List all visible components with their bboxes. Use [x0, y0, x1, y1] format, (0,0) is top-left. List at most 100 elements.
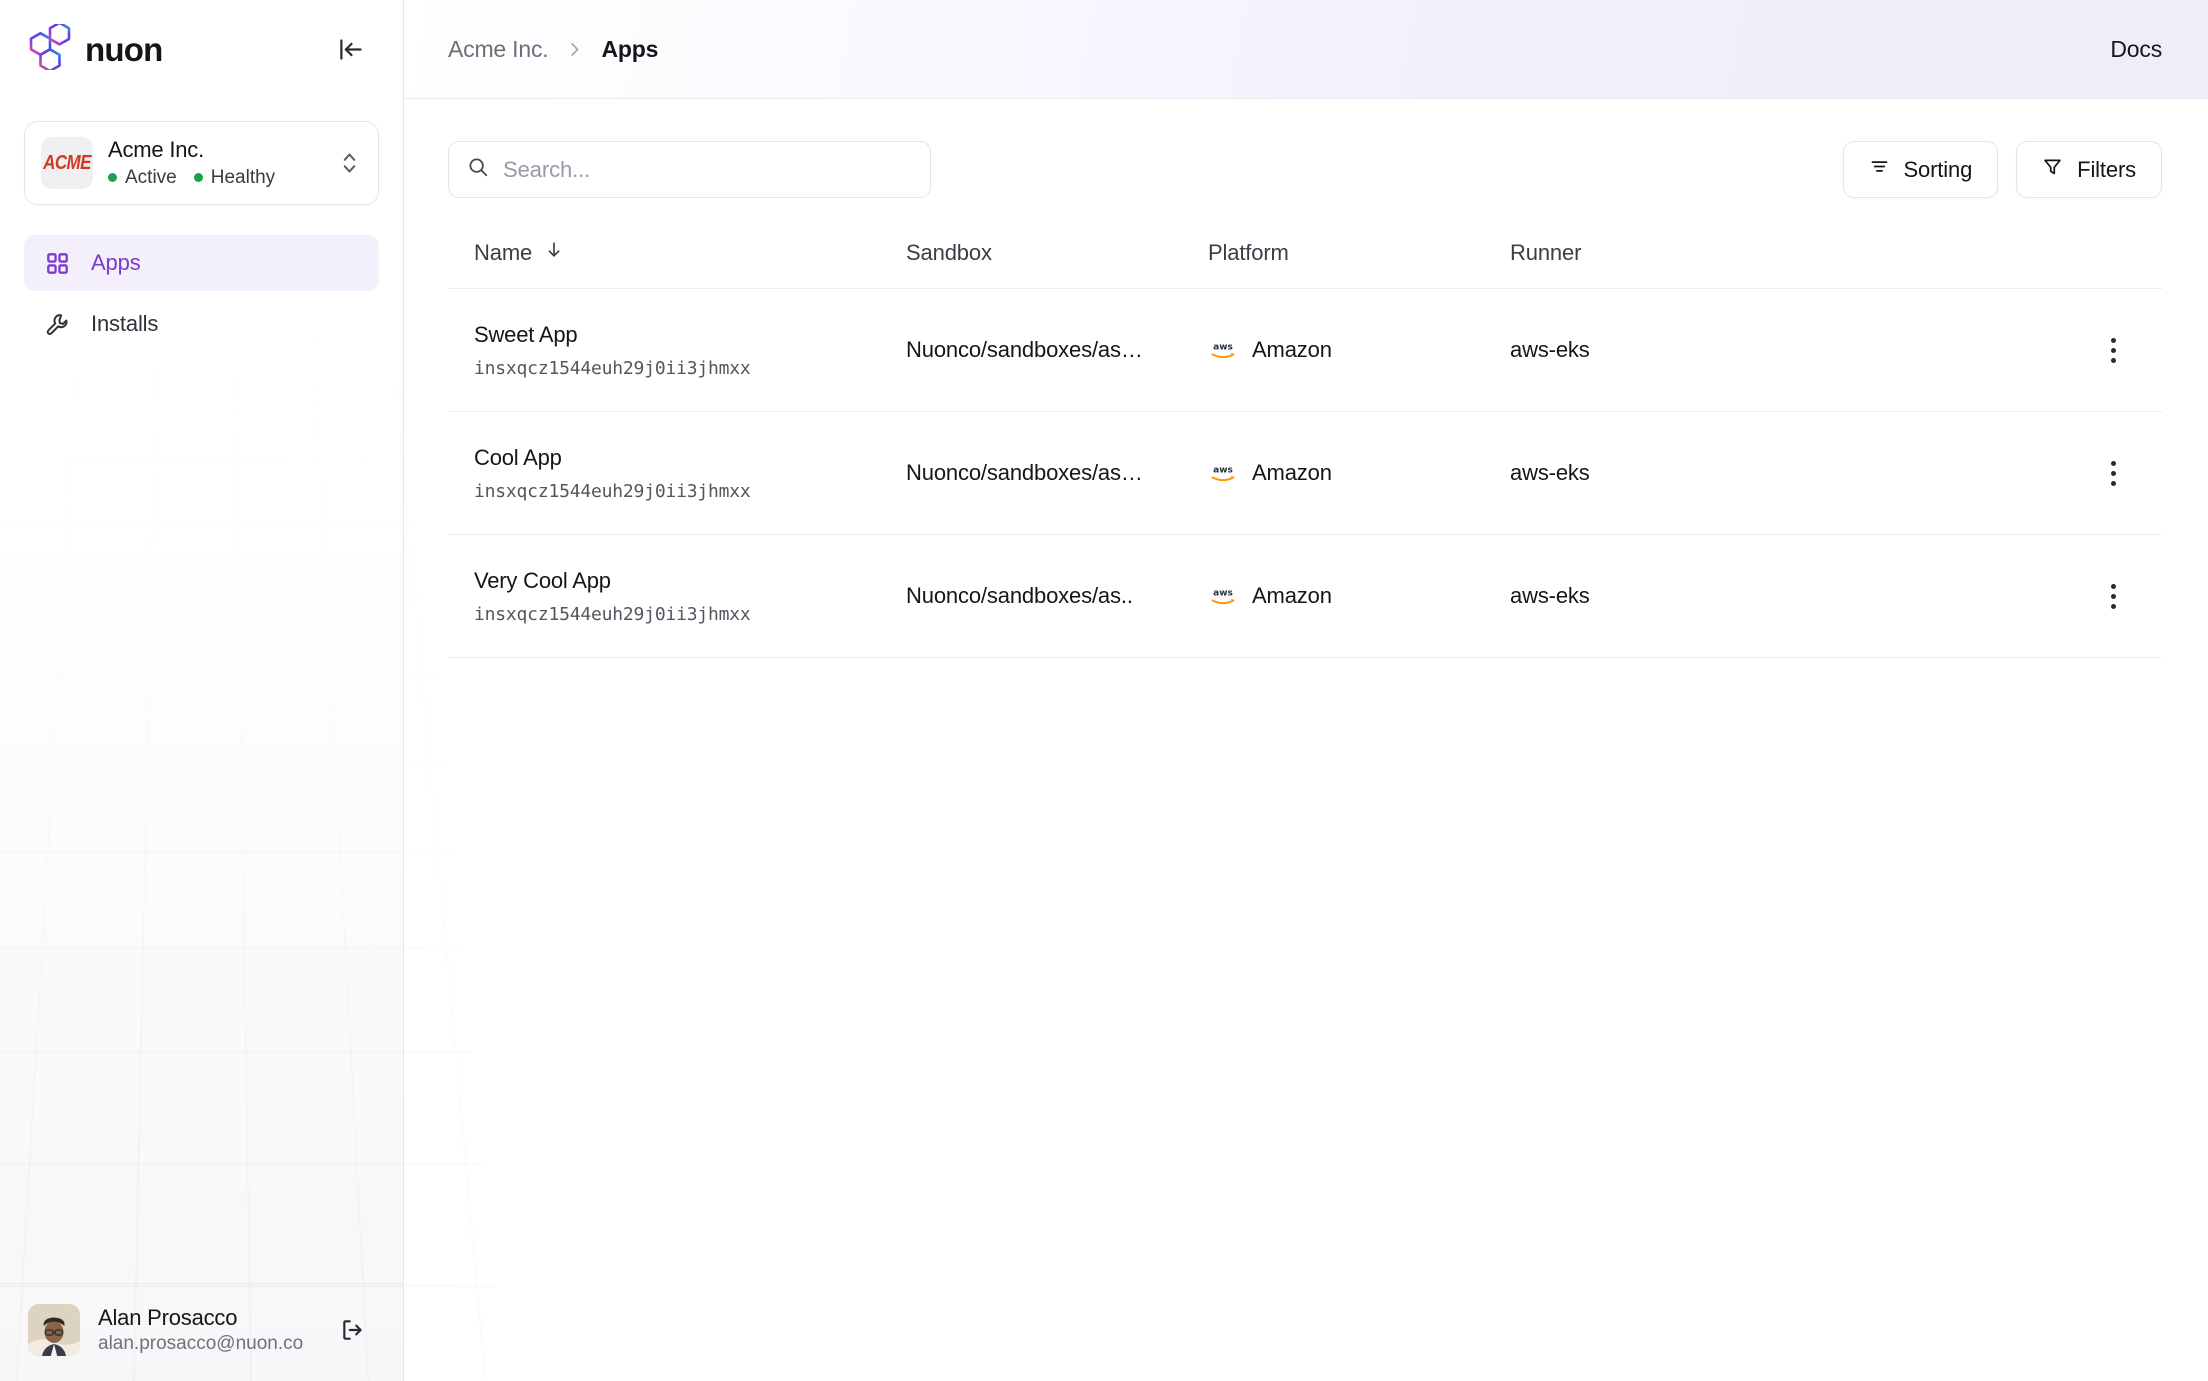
kebab-menu-icon[interactable] [2091, 574, 2135, 618]
cell-runner: aws-eks [1510, 460, 1590, 485]
app-id: insxqcz1544euh29j0ii3jhmxx [474, 357, 751, 379]
cell-platform: aws Amazon [1208, 460, 1510, 486]
search-icon [467, 156, 489, 183]
cell-platform: aws Amazon [1208, 337, 1510, 363]
column-header-label: Platform [1208, 240, 1289, 265]
status-label: Active [125, 166, 177, 188]
sidebar-body: ACME Acme Inc. Active Healthy Apps Insta… [0, 99, 403, 352]
content-area: Sorting Filters Name [404, 99, 2208, 1381]
column-header-sandbox[interactable]: Sandbox [906, 240, 1208, 266]
column-header-platform[interactable]: Platform [1208, 240, 1510, 266]
docs-link[interactable]: Docs [2110, 36, 2162, 63]
cell-sandbox: Nuonco/sandboxes/as… [906, 337, 1143, 362]
chevron-right-icon [565, 40, 584, 59]
table-row[interactable]: Sweet App insxqcz1544euh29j0ii3jhmxx Nuo… [448, 289, 2162, 412]
sort-arrow-down-icon [544, 240, 564, 266]
status-dot-icon [108, 173, 117, 183]
svg-text:aws: aws [1213, 465, 1233, 475]
sorting-button-label: Sorting [1903, 156, 1973, 182]
kebab-menu-icon[interactable] [2091, 451, 2135, 495]
status-label: Healthy [210, 166, 276, 188]
avatar [28, 1304, 80, 1357]
search-box[interactable] [448, 141, 931, 198]
sort-lines-icon [1869, 156, 1890, 183]
cell-runner: aws-eks [1510, 337, 1590, 362]
column-header-runner[interactable]: Runner [1510, 240, 2078, 266]
org-info: Acme Inc. Active Healthy [108, 137, 326, 189]
sidebar-item-installs[interactable]: Installs [24, 296, 379, 352]
user-profile[interactable]: Alan Prosacco alan.prosacco@nuon.co [0, 1282, 403, 1381]
sidebar-nav: Apps Installs [24, 235, 379, 352]
cell-actions [2078, 451, 2148, 495]
aws-icon: aws [1208, 462, 1238, 484]
platform-label: Amazon [1252, 337, 1332, 362]
user-meta: Alan Prosacco alan.prosacco@nuon.co [98, 1304, 315, 1357]
cell-actions [2078, 574, 2148, 618]
cell-runner: aws-eks [1510, 583, 1590, 608]
kebab-menu-icon[interactable] [2091, 328, 2135, 372]
brand[interactable]: nuon [28, 21, 163, 75]
funnel-icon [2042, 156, 2063, 183]
wrench-icon [44, 311, 70, 337]
breadcrumb-item-apps: Apps [601, 35, 659, 62]
platform-label: Amazon [1252, 583, 1332, 608]
column-header-label: Sandbox [906, 240, 992, 265]
breadcrumb-item-org[interactable]: Acme Inc. [448, 36, 549, 63]
apps-table: Name Sandbox Platform Runner Sweet App i… [448, 240, 2162, 658]
cell-name: Cool App insxqcz1544euh29j0ii3jhmxx [474, 445, 906, 502]
filters-button[interactable]: Filters [2016, 141, 2162, 198]
chevron-updown-icon [341, 149, 362, 177]
svg-text:aws: aws [1213, 588, 1233, 598]
sidebar-header: nuon [0, 0, 403, 99]
brand-name: nuon [85, 30, 163, 68]
collapse-sidebar-icon[interactable] [331, 30, 371, 70]
toolbar-buttons: Sorting Filters [1842, 141, 2162, 198]
cell-platform: aws Amazon [1208, 583, 1510, 609]
app-id: insxqcz1544euh29j0ii3jhmxx [474, 603, 751, 625]
user-email: alan.prosacco@nuon.co [98, 1333, 304, 1355]
org-logo: ACME [41, 137, 93, 189]
status-dot-icon [193, 173, 203, 183]
table-row[interactable]: Cool App insxqcz1544euh29j0ii3jhmxx Nuon… [448, 412, 2162, 535]
cell-sandbox: Nuonco/sandboxes/as.. [906, 583, 1133, 608]
main-area: Acme Inc. Apps Docs Search... Sorting Fi… [404, 0, 2208, 1381]
cell-name: Sweet App insxqcz1544euh29j0ii3jhmxx [474, 322, 906, 379]
sidebar-item-apps[interactable]: Apps [24, 235, 379, 291]
search-input[interactable] [503, 156, 912, 183]
platform-label: Amazon [1252, 460, 1332, 485]
column-header-label: Name [474, 240, 533, 265]
table-header-row: Name Sandbox Platform Runner [448, 240, 2162, 289]
toolbar: Sorting Filters [448, 141, 2162, 198]
top-bar: Acme Inc. Apps Docs [404, 0, 2208, 99]
sidebar-item-label: Apps [91, 250, 141, 275]
table-row[interactable]: Very Cool App insxqcz1544euh29j0ii3jhmxx… [448, 535, 2162, 658]
status-badge-healthy: Healthy [193, 166, 276, 189]
org-status-row: Active Healthy [108, 167, 326, 189]
status-badge-active: Active [108, 167, 177, 189]
org-switcher[interactable]: ACME Acme Inc. Active Healthy [24, 121, 379, 205]
sidebar: nuon ACME Acme Inc. Active Healthy Apps … [0, 0, 592, 1381]
app-id: insxqcz1544euh29j0ii3jhmxx [474, 480, 751, 502]
filters-button-label: Filters [2077, 156, 2136, 182]
cell-sandbox: Nuonco/sandboxes/as… [906, 460, 1143, 485]
sidebar-item-label: Installs [91, 311, 159, 336]
sorting-button[interactable]: Sorting [1842, 141, 1999, 198]
aws-icon: aws [1208, 339, 1238, 361]
org-name: Acme Inc. [108, 137, 205, 163]
column-header-name[interactable]: Name [474, 240, 906, 266]
app-name: Very Cool App [474, 567, 611, 593]
user-name: Alan Prosacco [98, 1304, 238, 1330]
column-header-label: Runner [1510, 240, 1582, 265]
svg-text:aws: aws [1213, 342, 1233, 352]
app-name: Cool App [474, 444, 562, 470]
logout-icon[interactable] [333, 1310, 373, 1350]
cell-actions [2078, 328, 2148, 372]
nuon-logo-icon [28, 21, 72, 75]
breadcrumb: Acme Inc. Apps [448, 36, 658, 63]
cell-name: Very Cool App insxqcz1544euh29j0ii3jhmxx [474, 568, 906, 625]
org-logo-text: ACME [43, 151, 91, 174]
aws-icon: aws [1208, 585, 1238, 607]
app-root: nuon ACME Acme Inc. Active Healthy Apps … [0, 0, 2208, 1381]
app-name: Sweet App [474, 321, 578, 347]
